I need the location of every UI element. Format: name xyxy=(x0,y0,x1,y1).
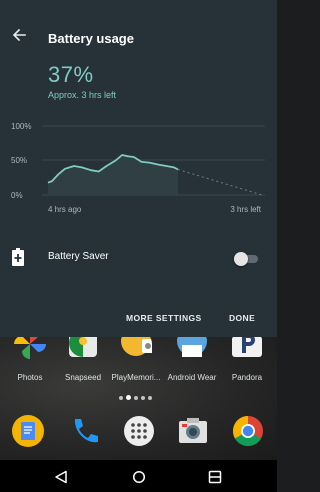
app-label: Snapseed xyxy=(64,373,102,382)
nav-back-button[interactable] xyxy=(52,468,70,486)
back-button[interactable] xyxy=(8,24,30,46)
arrow-back-icon xyxy=(12,28,26,42)
y-tick-label-100: 100% xyxy=(11,122,31,131)
app-label: PlayMemori... xyxy=(111,373,161,382)
battery-saver-toggle[interactable] xyxy=(234,252,260,266)
page-dot xyxy=(134,395,138,400)
battery-saver-label: Battery Saver xyxy=(48,251,109,262)
y-tick-label-0: 0% xyxy=(11,191,23,200)
more-settings-button[interactable]: MORE SETTINGS xyxy=(126,313,202,323)
x-tick-label-start: 4 hrs ago xyxy=(48,205,82,214)
pandora-icon xyxy=(232,337,262,357)
done-button[interactable]: DONE xyxy=(229,313,255,323)
phone-icon[interactable] xyxy=(68,415,100,447)
playmemories-icon xyxy=(121,337,152,356)
app-drawer-icon[interactable] xyxy=(123,415,155,447)
usage-area xyxy=(48,155,178,195)
battery-usage-panel: Battery usage 37% Approx. 3 hrs left 100… xyxy=(0,0,277,337)
chrome-icon[interactable] xyxy=(232,415,264,447)
page-title: Battery usage xyxy=(48,31,134,46)
android-wear-icon xyxy=(177,337,207,357)
x-tick-label-end: 3 hrs left xyxy=(230,205,261,214)
battery-saver-row[interactable]: Battery Saver xyxy=(0,240,277,276)
projection-line xyxy=(177,168,263,196)
snapseed-icon xyxy=(69,337,97,357)
page-dot xyxy=(148,395,152,400)
page-dot xyxy=(119,395,123,400)
nav-home-button[interactable] xyxy=(130,468,148,486)
docs-icon[interactable] xyxy=(12,415,44,447)
nav-recents-button[interactable] xyxy=(206,468,224,486)
page-dot-active xyxy=(126,395,131,400)
home-icon xyxy=(132,470,146,484)
recents-icon xyxy=(208,470,222,484)
navigation-bar xyxy=(0,460,277,492)
battery-plus-icon xyxy=(12,248,24,266)
battery-usage-chart: 100% 50% 0% 4 hrs ago 3 hrs left xyxy=(11,122,265,214)
app-label: Pandora xyxy=(231,373,263,382)
home-screen-background: Photos Snapseed PlayMemori... Android We… xyxy=(0,337,277,460)
camera-icon[interactable] xyxy=(177,415,209,447)
battery-time-remaining: Approx. 3 hrs left xyxy=(48,90,117,100)
back-icon xyxy=(55,470,67,484)
toggle-thumb xyxy=(234,252,248,266)
app-label: Android Wear xyxy=(167,373,217,382)
app-label: Photos xyxy=(17,373,43,382)
page-dot xyxy=(141,395,145,400)
header: Battery usage xyxy=(0,0,277,56)
y-tick-label-50: 50% xyxy=(11,156,27,165)
battery-percent: 37% xyxy=(48,62,94,87)
photos-icon xyxy=(14,337,46,359)
page-indicator xyxy=(119,395,152,400)
